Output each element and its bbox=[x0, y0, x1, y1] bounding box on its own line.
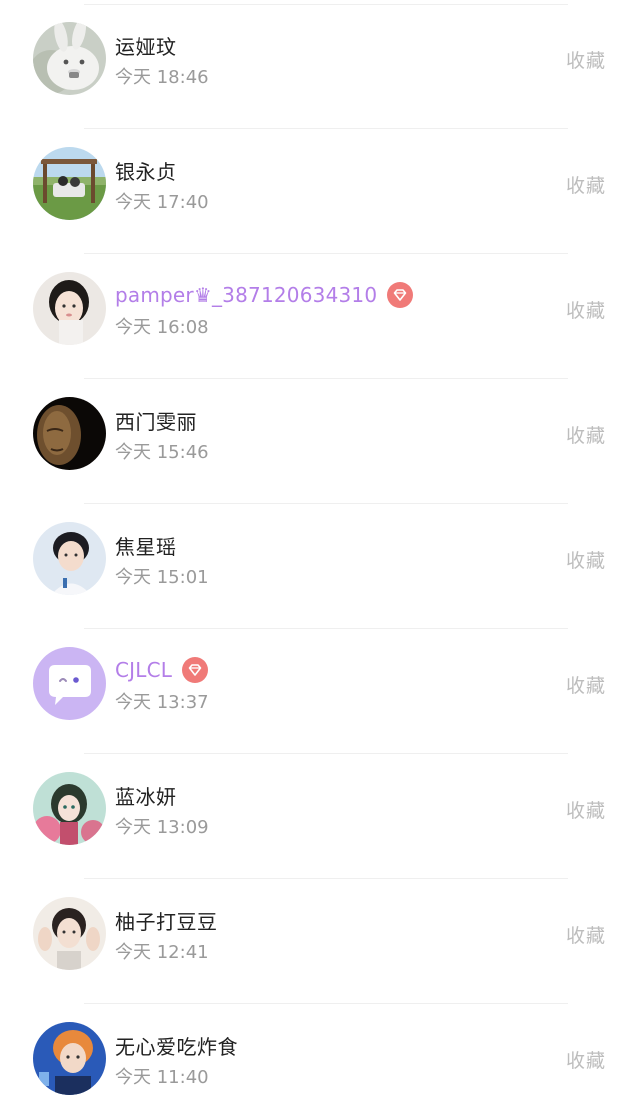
list-item[interactable]: 柚子打豆豆 今天 12:41 收藏 bbox=[0, 857, 640, 982]
collect-button[interactable]: 收藏 bbox=[566, 46, 606, 73]
girl-portrait-avatar-icon bbox=[33, 272, 106, 345]
white-rabbit-avatar-icon bbox=[33, 22, 106, 95]
row-divider bbox=[84, 128, 568, 129]
username[interactable]: 蓝冰妍 bbox=[115, 781, 177, 810]
collect-button[interactable]: 收藏 bbox=[566, 796, 606, 823]
timestamp: 今天 18:46 bbox=[115, 67, 209, 88]
timestamp: 今天 15:01 bbox=[115, 567, 209, 588]
username[interactable]: pamper♛_387120634310 bbox=[115, 283, 377, 307]
chat-bubble-avatar-icon bbox=[33, 647, 106, 720]
vip-diamond-icon bbox=[182, 657, 209, 683]
timestamp: 今天 11:40 bbox=[115, 1067, 209, 1088]
list-item[interactable]: 银永贞 今天 17:40 收藏 bbox=[0, 107, 640, 232]
collect-button[interactable]: 收藏 bbox=[566, 671, 606, 698]
avatar[interactable] bbox=[33, 147, 106, 220]
buddha-face-avatar-icon bbox=[33, 397, 106, 470]
list-item[interactable]: pamper♛_387120634310 今天 16:08 收藏 bbox=[0, 232, 640, 357]
orange-hair-avatar-icon bbox=[33, 1022, 106, 1095]
timestamp: 今天 13:09 bbox=[115, 817, 209, 838]
collect-button[interactable]: 收藏 bbox=[566, 921, 606, 948]
avatar[interactable] bbox=[33, 272, 106, 345]
avatar[interactable] bbox=[33, 1022, 106, 1095]
row-divider bbox=[84, 253, 568, 254]
list-item[interactable]: 运娅玟 今天 18:46 收藏 bbox=[0, 0, 640, 107]
row-divider bbox=[84, 378, 568, 379]
username[interactable]: 西门雯丽 bbox=[115, 406, 197, 435]
row-divider bbox=[84, 503, 568, 504]
timestamp: 今天 15:46 bbox=[115, 442, 209, 463]
user-list: 运娅玟 今天 18:46 收藏 银永贞 今天 17:40 收藏 pamper♛_… bbox=[0, 0, 640, 1096]
username[interactable]: 柚子打豆豆 bbox=[115, 906, 218, 935]
list-item[interactable]: 蓝冰妍 今天 13:09 收藏 bbox=[0, 732, 640, 857]
avatar[interactable] bbox=[33, 897, 106, 970]
collect-button[interactable]: 收藏 bbox=[566, 1046, 606, 1073]
swing-field-avatar-icon bbox=[33, 147, 106, 220]
avatar[interactable] bbox=[33, 397, 106, 470]
collect-button[interactable]: 收藏 bbox=[566, 296, 606, 323]
timestamp: 今天 16:08 bbox=[115, 317, 209, 338]
timestamp: 今天 13:37 bbox=[115, 692, 209, 713]
list-item[interactable]: 西门雯丽 今天 15:46 收藏 bbox=[0, 357, 640, 482]
collect-button[interactable]: 收藏 bbox=[566, 546, 606, 573]
username[interactable]: CJLCL bbox=[115, 658, 172, 682]
username[interactable]: 银永贞 bbox=[115, 156, 177, 185]
username[interactable]: 焦星瑶 bbox=[115, 531, 177, 560]
collect-button[interactable]: 收藏 bbox=[566, 421, 606, 448]
girl-hands-avatar-icon bbox=[33, 897, 106, 970]
avatar[interactable] bbox=[33, 522, 106, 595]
vip-diamond-icon bbox=[387, 282, 414, 308]
row-divider bbox=[84, 753, 568, 754]
row-divider bbox=[84, 1003, 568, 1004]
row-divider bbox=[84, 628, 568, 629]
timestamp: 今天 12:41 bbox=[115, 942, 209, 963]
row-divider bbox=[84, 878, 568, 879]
collect-button[interactable]: 收藏 bbox=[566, 171, 606, 198]
list-item[interactable]: 无心爱吃炸食 今天 11:40 收藏 bbox=[0, 982, 640, 1107]
row-divider bbox=[84, 4, 568, 5]
list-item[interactable]: CJLCL 今天 13:37 收藏 bbox=[0, 607, 640, 732]
anime-girl-avatar-icon bbox=[33, 772, 106, 845]
boy-portrait-avatar-icon bbox=[33, 522, 106, 595]
avatar[interactable] bbox=[33, 772, 106, 845]
avatar[interactable] bbox=[33, 22, 106, 95]
list-item[interactable]: 焦星瑶 今天 15:01 收藏 bbox=[0, 482, 640, 607]
timestamp: 今天 17:40 bbox=[115, 192, 209, 213]
username[interactable]: 无心爱吃炸食 bbox=[115, 1031, 238, 1060]
avatar[interactable] bbox=[33, 647, 106, 720]
username[interactable]: 运娅玟 bbox=[115, 31, 177, 60]
